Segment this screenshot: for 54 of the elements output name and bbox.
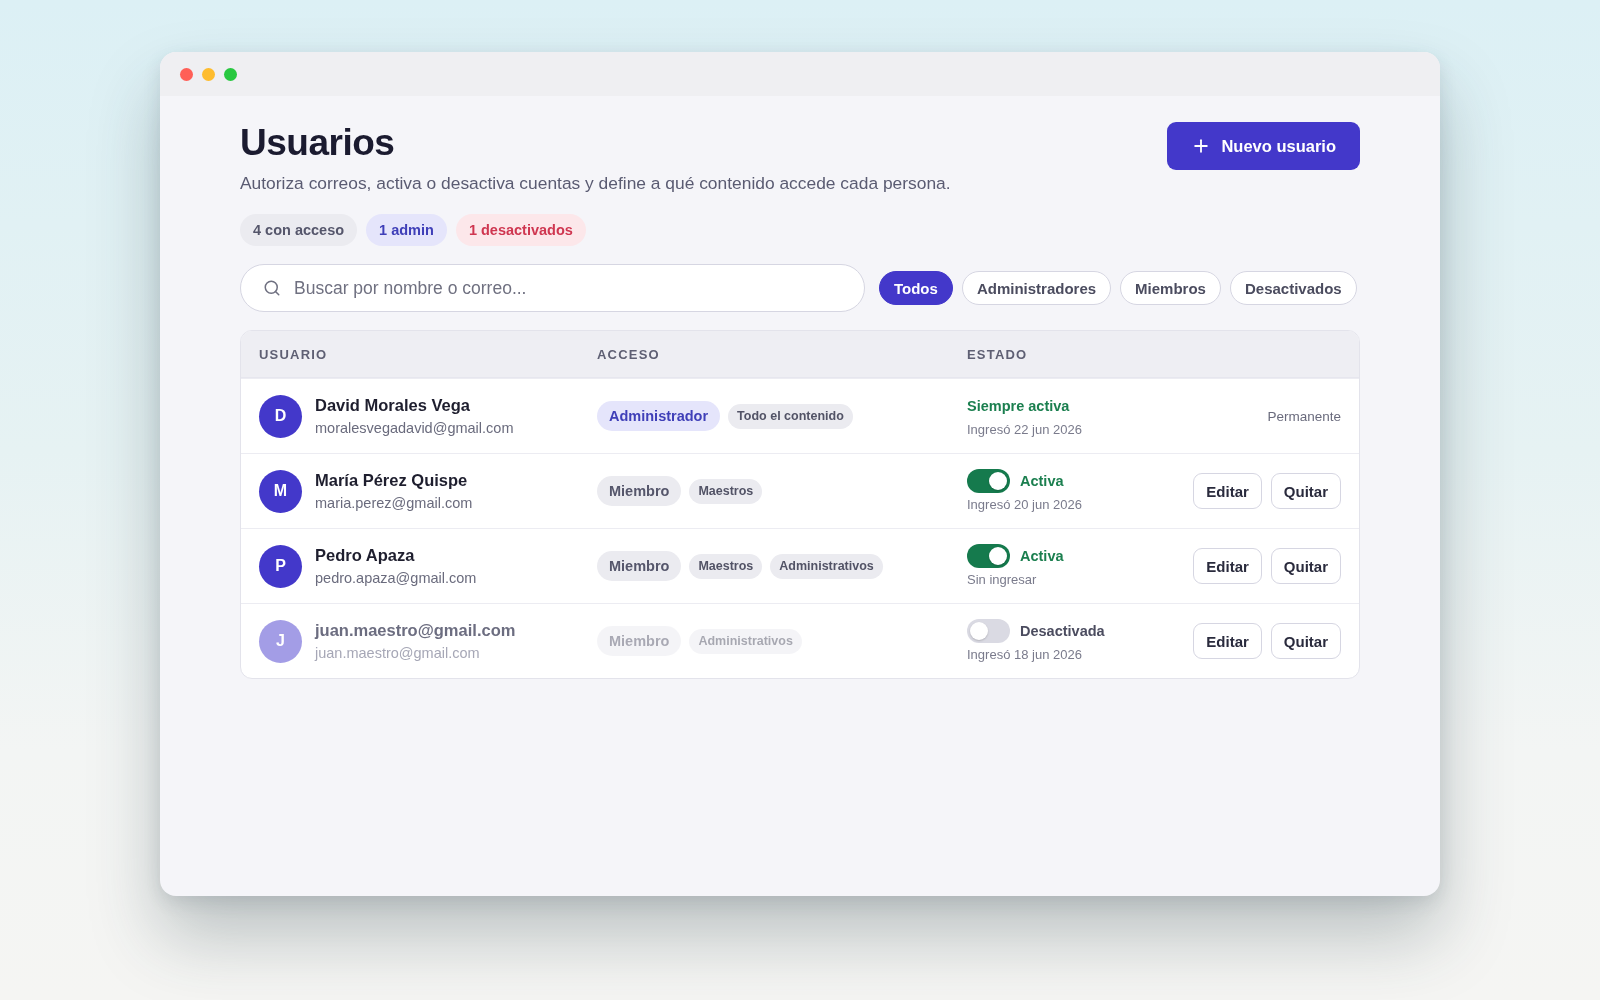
edit-button[interactable]: Editar: [1193, 548, 1262, 584]
window-control-icon[interactable]: [224, 67, 237, 81]
filter-tab[interactable]: Miembros: [1120, 271, 1221, 305]
content-tag: Administrativos: [770, 553, 883, 579]
column-header: ESTADO: [967, 346, 1028, 362]
column-header: USUARIO: [259, 346, 328, 362]
toggle-switch[interactable]: [967, 468, 1010, 493]
search-icon: [263, 279, 281, 297]
status-label: Activa: [1020, 547, 1064, 564]
search-field[interactable]: Buscar por nombre o correo...: [240, 264, 865, 312]
user-email: pedro.apaza@gmail.com: [315, 568, 477, 588]
summary-chip: 1 admin: [366, 214, 447, 246]
status-label: Desactivada: [1020, 622, 1105, 639]
user-name: Pedro Apaza: [315, 544, 415, 565]
edit-button[interactable]: Editar: [1193, 473, 1262, 509]
content-tag: Maestros: [689, 553, 763, 579]
user-name: David Morales Vega: [315, 394, 470, 415]
permanent-note: Permanente: [1267, 408, 1341, 424]
last-login-text: Ingresó 20 jun 2026: [967, 495, 1082, 514]
role-tag: Administrador: [597, 401, 721, 431]
content-tag: Maestros: [689, 478, 763, 504]
last-login-text: Ingresó 22 jun 2026: [967, 420, 1082, 439]
user-email: maria.perez@gmail.com: [315, 493, 473, 513]
filter-tab[interactable]: Desactivados: [1229, 271, 1357, 305]
avatar: P: [259, 544, 302, 588]
summary-chip: 1 desactivados: [455, 214, 586, 246]
last-login-text: Ingresó 18 jun 2026: [967, 645, 1082, 664]
content-tag: Administrativos: [689, 628, 802, 654]
role-tag: Miembro: [597, 551, 682, 581]
user-email: juan.maestro@gmail.com: [315, 643, 480, 663]
status-label: Siempre activa: [967, 397, 1070, 414]
user-name: juan.maestro@gmail.com: [315, 619, 516, 640]
window-control-icon[interactable]: [202, 67, 215, 81]
user-email: moralesvegadavid@gmail.com: [315, 418, 514, 438]
filter-tab[interactable]: Administradores: [961, 271, 1112, 305]
summary-chip: 4 con acceso: [240, 214, 358, 246]
avatar: M: [259, 469, 302, 513]
role-tag: Miembro: [597, 476, 682, 506]
avatar: J: [259, 619, 302, 663]
column-header: ACCESO: [597, 346, 660, 362]
remove-button[interactable]: Quitar: [1270, 548, 1341, 584]
new-user-button[interactable]: Nuevo usuario: [1167, 122, 1360, 170]
remove-button[interactable]: Quitar: [1270, 473, 1341, 509]
page-subtitle: Autoriza correos, activa o desactiva cuentas y define a qué contenido accede cada persona.: [240, 172, 951, 195]
role-tag: Miembro: [597, 626, 682, 656]
content-tag: Todo el contenido: [728, 403, 853, 429]
last-login-text: Sin ingresar: [967, 570, 1037, 589]
toggle-switch[interactable]: [967, 543, 1010, 568]
window-control-icon[interactable]: [180, 67, 193, 81]
user-name: María Pérez Quispe: [315, 469, 468, 490]
status-label: Activa: [1020, 472, 1064, 489]
filter-tab[interactable]: Todos: [879, 271, 953, 305]
avatar: D: [259, 394, 302, 438]
page-title: Usuarios: [240, 121, 395, 165]
